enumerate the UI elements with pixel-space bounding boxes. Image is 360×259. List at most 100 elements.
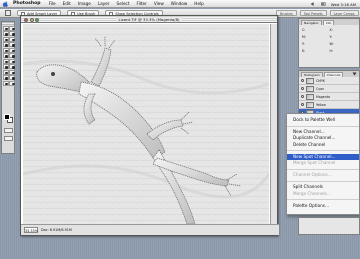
menu-clock[interactable]: Wed 3:16 AM <box>331 2 356 7</box>
eye-icon[interactable] <box>301 95 304 98</box>
menu-separator <box>287 168 359 170</box>
tab-channels[interactable]: Channels <box>323 72 344 77</box>
menu-window[interactable]: Window <box>171 1 188 6</box>
info-label: C: <box>302 28 306 32</box>
menu-item-delete-channel[interactable]: Delete Channel <box>287 142 359 148</box>
info-label: M: <box>302 35 306 39</box>
vertical-scrollbar[interactable] <box>270 24 277 224</box>
brush-tool-icon[interactable] <box>9 42 15 47</box>
app-menu[interactable]: Photoshop <box>13 1 41 6</box>
menu-select[interactable]: Select <box>117 1 130 6</box>
lizard-image <box>23 24 269 224</box>
channel-label: Cyan <box>316 86 325 91</box>
info-palette: Navigator Info C: X: M: Y: Y: W: K: H: <box>298 18 360 68</box>
status-bar: 33.33% Doc: 6.91M/6.91M <box>21 224 279 235</box>
lasso-tool-icon[interactable] <box>2 31 9 36</box>
healing-brush-icon[interactable] <box>2 42 9 47</box>
eye-icon[interactable] <box>301 79 304 82</box>
tab-navigator[interactable]: Navigator <box>301 20 322 25</box>
eye-icon[interactable] <box>301 103 304 106</box>
menu-separator <box>287 125 359 127</box>
hand-tool-icon[interactable] <box>2 80 9 86</box>
zoom-field[interactable]: 33.33% <box>24 227 38 233</box>
channel-label: CMYK <box>316 78 326 83</box>
document-title: Lizard.TIF @ 33.3% (Magenta/8) <box>115 17 183 22</box>
channel-row-cmyk[interactable]: CMYK <box>299 77 359 85</box>
slice-tool-icon[interactable] <box>9 36 15 42</box>
volume-icon[interactable] <box>310 2 316 6</box>
menu-bar: Photoshop File Edit Image Layer Select F… <box>0 0 360 8</box>
info-label: H: <box>329 49 333 53</box>
channel-thumbnail <box>306 85 314 92</box>
path-select-icon[interactable] <box>2 64 9 69</box>
info-label: K: <box>302 49 306 53</box>
tab-info[interactable]: Info <box>322 20 335 25</box>
channel-label: Magenta <box>316 94 330 99</box>
info-readout: C: X: M: Y: Y: W: K: H: <box>299 25 359 56</box>
gradient-tool-icon[interactable] <box>9 53 15 58</box>
tab-histogram[interactable]: Histogram <box>301 72 323 77</box>
doc-size-status[interactable]: Doc: 6.91M/6.91M <box>41 228 72 232</box>
dodge-tool-icon[interactable] <box>9 58 15 64</box>
channel-row-cyan[interactable]: Cyan <box>299 85 359 93</box>
menu-item-merge-spot-channel: Merge Spot Channel <box>293 159 336 165</box>
channel-row-yellow[interactable]: Yellow <box>299 101 359 109</box>
palette-menu-arrow-icon[interactable] <box>352 72 357 76</box>
menu-filter[interactable]: Filter <box>136 1 146 6</box>
menu-edit[interactable]: Edit <box>63 1 71 6</box>
toolbox <box>1 21 15 154</box>
close-icon[interactable] <box>24 17 28 22</box>
menu-item-palette-options[interactable]: Palette Options... <box>287 203 359 209</box>
menu-view[interactable]: View <box>154 1 164 6</box>
menu-separator <box>287 199 359 201</box>
document-title-bar[interactable]: Lizard.TIF @ 33.3% (Magenta/8) <box>21 16 277 23</box>
move-tool-icon[interactable] <box>9 25 15 31</box>
menu-image[interactable]: Image <box>78 1 91 6</box>
menu-extras: Wed 3:16 AM <box>310 0 356 8</box>
minimize-icon[interactable] <box>29 17 34 22</box>
window-controls <box>24 17 39 22</box>
eyedropper-tool-icon[interactable] <box>9 75 15 80</box>
apple-icon[interactable] <box>3 0 8 7</box>
channel-row-magenta[interactable]: Magenta <box>299 93 359 101</box>
channel-thumbnail <box>306 77 314 84</box>
info-label: Y: <box>302 42 305 46</box>
channels-palette: Histogram Channels CMYK Cyan Magenta Yel… <box>298 70 360 117</box>
menu-layer[interactable]: Layer <box>98 1 110 6</box>
tool-preset-picker[interactable] <box>5 10 11 16</box>
zoom-icon[interactable] <box>35 17 39 22</box>
pen-tool-icon[interactable] <box>2 69 9 75</box>
document-window: Lizard.TIF @ 33.3% (Magenta/8) 33.33% Do… <box>20 15 279 236</box>
info-label: X: <box>329 28 333 32</box>
well-tab-brushes[interactable]: Brushes <box>276 10 297 16</box>
quick-mask-button[interactable] <box>4 128 13 133</box>
info-label: W: <box>329 42 334 46</box>
info-label: Y: <box>329 35 333 39</box>
shape-tool-icon[interactable] <box>9 69 15 75</box>
eye-icon[interactable] <box>301 87 304 90</box>
notes-tool-icon[interactable] <box>2 75 9 80</box>
battery-icon[interactable] <box>320 2 326 6</box>
blur-tool-icon[interactable] <box>2 58 9 64</box>
image-canvas[interactable] <box>23 24 269 224</box>
menu-item-dock-to-palette-well[interactable]: Dock to Palette Well <box>287 117 359 123</box>
menu-separator <box>287 150 359 152</box>
channels-palette-menu: Dock to Palette Well New Channel... Duplic… <box>286 113 360 215</box>
screen-mode-button[interactable] <box>4 136 13 141</box>
menu-help[interactable]: Help <box>194 1 204 6</box>
tool-grid <box>2 25 15 86</box>
clone-stamp-icon[interactable] <box>2 47 9 53</box>
magic-wand-tool-icon[interactable] <box>9 31 15 36</box>
palette-well: Brushes Tool Presets Layer Comps <box>268 9 360 18</box>
menu-separator <box>287 180 359 182</box>
foreground-color-swatch[interactable] <box>4 114 10 120</box>
marquee-tool-icon[interactable] <box>2 25 9 31</box>
well-tab-tool-presets[interactable]: Tool Presets <box>299 10 327 16</box>
eraser-tool-icon[interactable] <box>2 53 9 58</box>
history-brush-icon[interactable] <box>9 47 15 53</box>
crop-tool-icon[interactable] <box>2 36 9 42</box>
well-tab-layer-comps[interactable]: Layer Comps <box>329 10 359 16</box>
menu-file[interactable]: File <box>49 1 56 6</box>
type-tool-icon[interactable] <box>9 64 15 69</box>
zoom-tool-icon[interactable] <box>9 80 15 86</box>
